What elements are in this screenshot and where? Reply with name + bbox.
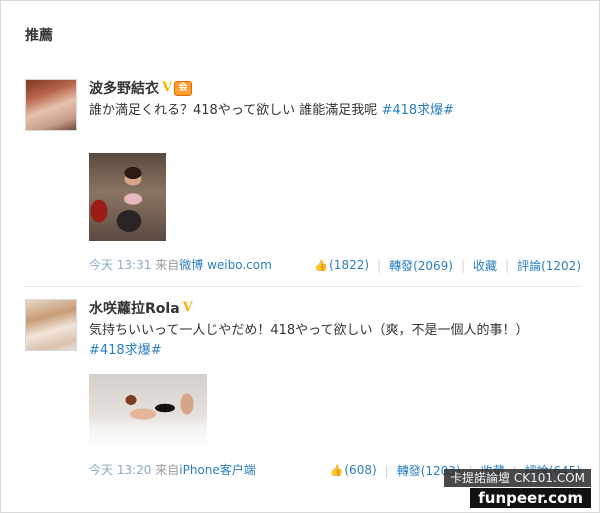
hashtag-link[interactable]: #418求爆# [89, 343, 162, 358]
author-name[interactable]: 波多野結衣 [89, 78, 159, 98]
post-image-thumbnail[interactable] [89, 374, 207, 450]
avatar[interactable] [25, 79, 77, 131]
hashtag-link[interactable]: #418求爆# [381, 103, 454, 118]
post-time[interactable]: 今天 13:20 [89, 463, 151, 477]
separator: | [460, 258, 466, 273]
source-prefix: 来自 [155, 258, 180, 272]
source-link[interactable]: 微博 weibo.com [179, 258, 272, 272]
post-card: 波多野結衣 V 会 誰か満足くれる？418やって欲しい 誰能滿足我呢 #418求… [25, 79, 581, 279]
thumbs-up-icon: 👍 [329, 464, 344, 477]
section-title: 推薦 [25, 28, 53, 44]
post-image-thumbnail[interactable] [89, 153, 166, 241]
like-count: (1822) [329, 258, 370, 272]
like-count: (608) [344, 463, 377, 477]
post-text-body: 気持ちいいって一人じやだめ！418やって欲しい（爽，不是一個人的事！） [89, 323, 529, 338]
post-actions: 👍(1822) | 轉發(2069) | 收藏 | 評論(1202) [314, 257, 581, 274]
recommend-panel: 推薦 波多野結衣 V 会 誰か満足くれる？418やって欲しい 誰能滿足我呢 #4… [0, 0, 600, 513]
divider [25, 286, 581, 287]
verified-badge-icon: V [182, 300, 193, 315]
like-button[interactable]: 👍(1822) [314, 257, 369, 274]
post-card: 水咲蘿拉Rola V 気持ちいいって一人じやだめ！418やって欲しい（爽，不是一… [25, 299, 581, 489]
source-link[interactable]: iPhone客户端 [179, 463, 256, 477]
member-badge-icon: 会 [174, 80, 193, 96]
watermark-site: funpeer.com [470, 488, 591, 508]
post-text: 気持ちいいって一人じやだめ！418やって欲しい（爽，不是一個人的事！） #418… [89, 321, 581, 361]
author-name[interactable]: 水咲蘿拉Rola [89, 298, 180, 318]
thumbs-up-icon: 👍 [314, 259, 329, 272]
separator: | [384, 463, 389, 478]
like-button[interactable]: 👍(608) [330, 462, 377, 479]
watermark-forum: 卡提諾論壇 CK101.COM [444, 469, 591, 487]
post-meta: 今天 13:31 来自微博 weibo.com 👍(1822) | 轉發(206… [89, 257, 581, 273]
source-prefix: 来自 [155, 463, 180, 477]
post-text: 誰か満足くれる？418やって欲しい 誰能滿足我呢 #418求爆# [89, 101, 581, 121]
avatar[interactable] [25, 299, 77, 351]
favorite-button[interactable]: 收藏 [473, 258, 497, 274]
separator: | [377, 258, 382, 273]
comment-button[interactable]: 評論(1202) [517, 258, 581, 274]
separator: | [505, 258, 510, 273]
verified-badge-icon: V [162, 80, 173, 95]
repost-button[interactable]: 轉發(2069) [389, 258, 453, 274]
post-text-body: 誰か満足くれる？418やって欲しい 誰能滿足我呢 [89, 103, 382, 118]
post-time[interactable]: 今天 13:31 [89, 258, 151, 272]
